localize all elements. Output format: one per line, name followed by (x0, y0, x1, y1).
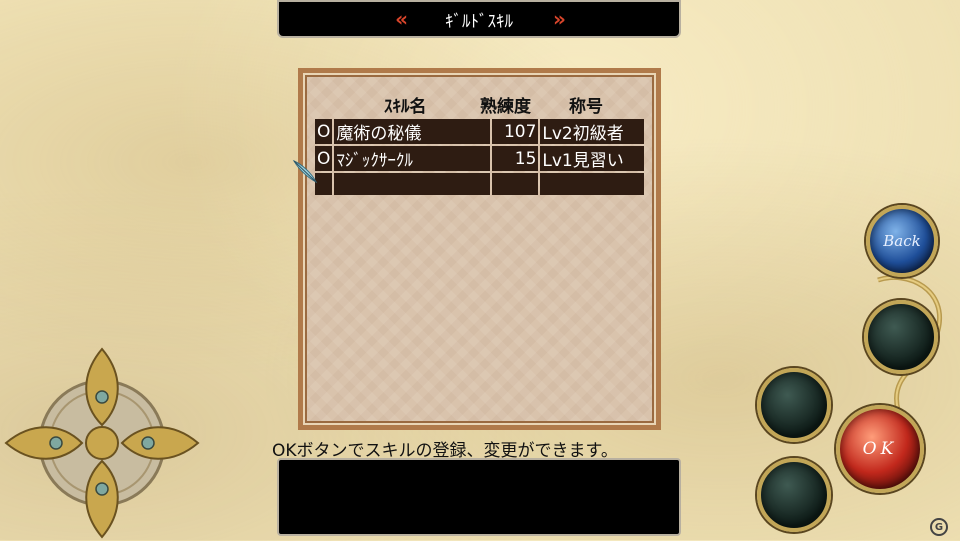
table-row[interactable] (315, 173, 645, 195)
message-box (277, 458, 681, 536)
skill-title (540, 173, 645, 195)
header-title: 称号 (569, 97, 603, 117)
back-button[interactable]: Back (866, 205, 938, 277)
screen-title-bar: « ｷﾞﾙﾄﾞｽｷﾙ » (277, 0, 681, 38)
screen-title: ｷﾞﾙﾄﾞｽｷﾙ (445, 11, 513, 32)
skill-title: Lv2初級者 (540, 119, 645, 144)
row-mark: O (315, 119, 333, 144)
skill-table: O 魔術の秘儀 107 Lv2初級者 O ﾏｼﾞｯｸｻｰｸﾙ 15 Lv1見習い (313, 117, 646, 197)
header-skill-name: ｽｷﾙ名 (384, 97, 427, 117)
table-row[interactable]: O ﾏｼﾞｯｸｻｰｸﾙ 15 Lv1見習い (315, 146, 645, 171)
ok-button[interactable]: OK (836, 405, 924, 493)
left-arrow-icon[interactable]: « (395, 7, 408, 31)
skill-name: ﾏｼﾞｯｸｻｰｸﾙ (334, 146, 491, 171)
table-row[interactable]: O 魔術の秘儀 107 Lv2初級者 (315, 119, 645, 144)
watermark-logo: G (930, 518, 948, 536)
action-button-left[interactable] (757, 368, 831, 442)
skill-title: Lv1見習い (540, 146, 645, 171)
feather-cursor-icon (292, 159, 318, 184)
action-button-top-right[interactable] (864, 300, 938, 374)
right-arrow-icon[interactable]: » (553, 7, 566, 31)
action-button-bottom[interactable] (757, 458, 831, 532)
skill-name: 魔術の秘儀 (334, 119, 491, 144)
header-proficiency: 熟練度 (480, 97, 531, 117)
dpad-control[interactable] (4, 345, 200, 541)
skill-name (334, 173, 491, 195)
back-button-label: Back (883, 232, 921, 250)
skill-proficiency (492, 173, 539, 195)
skill-proficiency: 107 (492, 119, 539, 144)
skill-proficiency: 15 (492, 146, 539, 171)
ok-button-label: OK (862, 439, 898, 459)
